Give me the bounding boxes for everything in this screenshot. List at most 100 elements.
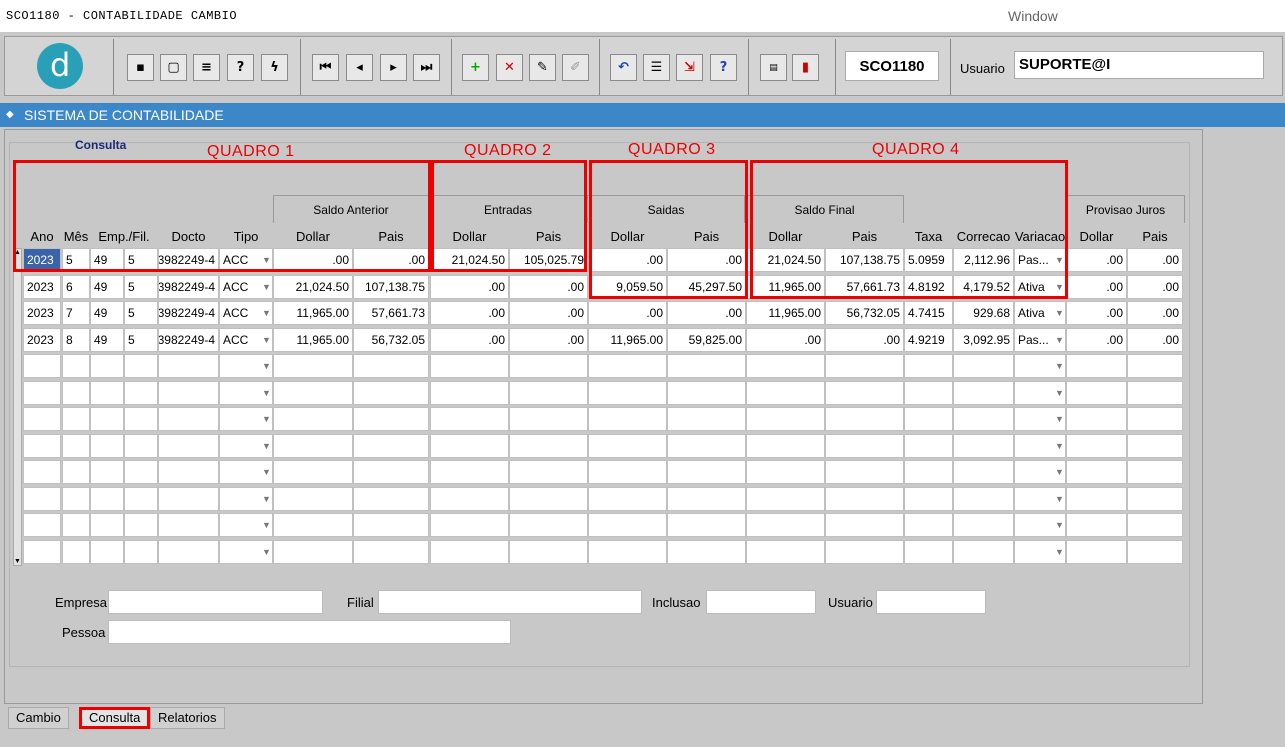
empty-cell[interactable] <box>1127 407 1183 431</box>
cell-saidas-dollar[interactable]: .00 <box>588 301 667 325</box>
empty-cell[interactable] <box>124 354 158 378</box>
save-icon[interactable]: ▪ <box>127 54 154 81</box>
cell-mes[interactable]: 6 <box>62 275 90 299</box>
empty-cell[interactable] <box>746 381 825 405</box>
cell-saidas-pais[interactable]: .00 <box>667 301 746 325</box>
empty-cell[interactable] <box>667 354 746 378</box>
empty-cell[interactable] <box>90 381 124 405</box>
last-record-icon[interactable]: ⏭ <box>413 54 440 81</box>
empty-cell[interactable] <box>904 513 953 537</box>
next-record-icon[interactable]: ▸ <box>380 54 407 81</box>
empty-cell[interactable] <box>667 487 746 511</box>
dropdown-arrow-icon[interactable]: ▼ <box>1055 308 1064 318</box>
empty-cell[interactable] <box>509 460 588 484</box>
empty-cell[interactable] <box>667 407 746 431</box>
empty-cell[interactable] <box>825 487 904 511</box>
list-icon[interactable]: ☰ <box>643 54 670 81</box>
empty-cell[interactable] <box>1066 460 1127 484</box>
empty-cell[interactable] <box>353 354 429 378</box>
cell-saldo-final-pais[interactable]: 56,732.05 <box>825 301 904 325</box>
empty-cell[interactable] <box>273 407 353 431</box>
empty-cell[interactable] <box>825 434 904 458</box>
empty-cell[interactable] <box>1066 434 1127 458</box>
empty-cell[interactable] <box>62 407 90 431</box>
empty-cell[interactable] <box>588 460 667 484</box>
empty-cell[interactable] <box>62 460 90 484</box>
empty-cell[interactable] <box>953 540 1014 564</box>
empty-cell[interactable] <box>273 381 353 405</box>
dropdown-arrow-icon[interactable]: ▼ <box>262 388 271 398</box>
empty-cell[interactable] <box>430 434 509 458</box>
empty-cell[interactable] <box>90 354 124 378</box>
empty-cell[interactable] <box>1127 381 1183 405</box>
empty-cell[interactable] <box>1066 381 1127 405</box>
cell-correcao[interactable]: 929.68 <box>953 301 1014 325</box>
previous-record-icon[interactable]: ◂ <box>346 54 373 81</box>
tab-consulta[interactable]: Consulta <box>79 707 151 729</box>
cell-provisao-dollar[interactable]: .00 <box>1066 275 1127 299</box>
expand-icon[interactable]: ◆ <box>6 109 14 120</box>
cell-provisao-dollar[interactable]: .00 <box>1066 301 1127 325</box>
empty-cell[interactable] <box>124 540 158 564</box>
print-preview-icon[interactable]: ▢ <box>160 54 187 81</box>
empty-cell[interactable] <box>430 513 509 537</box>
empty-cell[interactable] <box>124 434 158 458</box>
exit-form-icon[interactable]: ⇲ <box>676 54 703 81</box>
empty-cell[interactable] <box>62 434 90 458</box>
empty-cell[interactable] <box>62 540 90 564</box>
empty-cell[interactable] <box>90 460 124 484</box>
cell-taxa[interactable]: 4.9219 <box>904 328 953 352</box>
empty-cell[interactable] <box>509 487 588 511</box>
empty-cell[interactable] <box>588 381 667 405</box>
empty-cell[interactable] <box>667 460 746 484</box>
cell-saldo-ant-dollar[interactable]: 11,965.00 <box>273 328 353 352</box>
empty-cell[interactable] <box>509 540 588 564</box>
dropdown-arrow-icon[interactable]: ▼ <box>1055 388 1064 398</box>
empty-cell[interactable] <box>904 354 953 378</box>
empty-cell[interactable] <box>353 540 429 564</box>
empty-cell[interactable] <box>667 381 746 405</box>
empty-cell[interactable] <box>904 540 953 564</box>
cell-correcao[interactable]: 3,092.95 <box>953 328 1014 352</box>
empty-cell[interactable] <box>124 381 158 405</box>
empty-cell[interactable] <box>62 487 90 511</box>
edit-record-icon[interactable]: ✎ <box>529 54 556 81</box>
empty-cell[interactable] <box>273 540 353 564</box>
user-field[interactable]: SUPORTE@I <box>1014 51 1264 79</box>
empty-cell[interactable] <box>90 540 124 564</box>
cell-saldo-ant-dollar[interactable]: 11,965.00 <box>273 301 353 325</box>
undo-icon[interactable]: ↶ <box>610 54 637 81</box>
empty-cell[interactable] <box>953 434 1014 458</box>
dropdown-arrow-icon[interactable]: ▼ <box>1055 467 1064 477</box>
cell-entradas-pais[interactable]: .00 <box>509 328 588 352</box>
empty-cell[interactable] <box>353 487 429 511</box>
empty-cell[interactable] <box>1127 540 1183 564</box>
cell-saldo-ant-pais[interactable]: 57,661.73 <box>353 301 429 325</box>
empty-cell[interactable] <box>667 513 746 537</box>
dropdown-arrow-icon[interactable]: ▼ <box>262 361 271 371</box>
empty-cell[interactable] <box>158 381 219 405</box>
cell-emp[interactable]: 49 <box>90 275 124 299</box>
delete-record-icon[interactable]: ✕ <box>496 54 523 81</box>
empty-cell[interactable] <box>746 540 825 564</box>
cell-provisao-pais[interactable]: .00 <box>1127 248 1183 272</box>
cell-entradas-pais[interactable]: .00 <box>509 301 588 325</box>
empty-cell[interactable] <box>667 434 746 458</box>
cell-provisao-dollar[interactable]: .00 <box>1066 328 1127 352</box>
tab-cambio[interactable]: Cambio <box>8 707 69 729</box>
empty-cell[interactable] <box>904 460 953 484</box>
cell-entradas-dollar[interactable]: .00 <box>430 301 509 325</box>
dropdown-arrow-icon[interactable]: ▼ <box>262 494 271 504</box>
empty-cell[interactable] <box>746 513 825 537</box>
empty-cell[interactable] <box>158 460 219 484</box>
empty-cell[interactable] <box>825 540 904 564</box>
empty-cell[interactable] <box>62 513 90 537</box>
first-record-icon[interactable]: ⏮ <box>312 54 339 81</box>
empty-cell[interactable] <box>353 381 429 405</box>
empty-cell[interactable] <box>825 407 904 431</box>
printer-icon[interactable]: ≡ <box>193 54 220 81</box>
empty-cell[interactable] <box>509 381 588 405</box>
empty-cell[interactable] <box>1066 487 1127 511</box>
dropdown-arrow-icon[interactable]: ▼ <box>1055 414 1064 424</box>
empty-cell[interactable] <box>667 540 746 564</box>
